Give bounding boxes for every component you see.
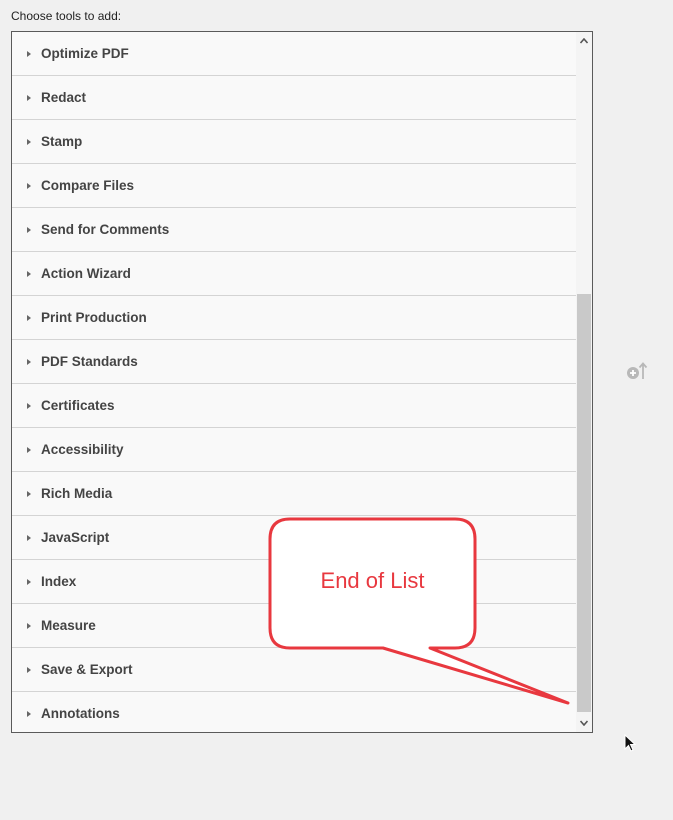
tool-category-label: JavaScript — [41, 530, 110, 545]
tool-category-row[interactable]: JavaScript — [12, 516, 576, 560]
tool-category-label: Action Wizard — [41, 266, 131, 281]
caret-right-icon[interactable] — [27, 402, 31, 409]
tool-category-row[interactable]: Print Production — [12, 296, 576, 340]
caret-right-icon[interactable] — [27, 358, 31, 365]
add-to-toolbar-icon[interactable] — [626, 360, 650, 382]
tool-category-label: Stamp — [41, 134, 83, 149]
caret-right-icon[interactable] — [27, 534, 31, 541]
tool-category-row[interactable]: Measure — [12, 604, 576, 648]
tool-category-label: Save & Export — [41, 662, 133, 677]
tool-category-row[interactable]: Save & Export — [12, 648, 576, 692]
scroll-down-arrow-icon[interactable] — [580, 718, 588, 728]
vertical-scrollbar[interactable] — [576, 32, 592, 732]
tool-category-label: Compare Files — [41, 178, 135, 193]
tools-list-panel: Optimize PDF Redact Stamp Compare Files Send… — [11, 31, 593, 733]
caret-right-icon[interactable] — [27, 710, 31, 717]
scroll-up-arrow-icon[interactable] — [580, 36, 588, 46]
caret-right-icon[interactable] — [27, 446, 31, 453]
caret-right-icon[interactable] — [27, 666, 31, 673]
caret-right-icon[interactable] — [27, 578, 31, 585]
caret-right-icon[interactable] — [27, 94, 31, 101]
tool-category-label: Print Production — [41, 310, 147, 325]
tool-category-label: Index — [41, 574, 77, 589]
mouse-pointer-icon — [624, 733, 638, 754]
tool-category-label: PDF Standards — [41, 354, 138, 369]
tool-category-label: Measure — [41, 618, 96, 633]
tool-category-label: Rich Media — [41, 486, 113, 501]
tool-category-row[interactable]: Send for Comments — [12, 208, 576, 252]
tool-category-label: Certificates — [41, 398, 115, 413]
panel-heading: Choose tools to add: — [11, 9, 122, 23]
caret-right-icon[interactable] — [27, 226, 31, 233]
tool-category-row[interactable]: Rich Media — [12, 472, 576, 516]
tools-list: Optimize PDF Redact Stamp Compare Files Send… — [12, 32, 576, 732]
caret-right-icon[interactable] — [27, 490, 31, 497]
tool-category-label: Accessibility — [41, 442, 124, 457]
caret-right-icon[interactable] — [27, 182, 31, 189]
tool-category-row[interactable]: Optimize PDF — [12, 32, 576, 76]
tool-category-label: Optimize PDF — [41, 46, 129, 61]
caret-right-icon[interactable] — [27, 622, 31, 629]
tool-category-row[interactable]: Annotations — [12, 692, 576, 732]
tool-category-row[interactable]: PDF Standards — [12, 340, 576, 384]
tool-category-label: Send for Comments — [41, 222, 170, 237]
scrollbar-thumb[interactable] — [577, 294, 591, 712]
tool-category-row[interactable]: Stamp — [12, 120, 576, 164]
tool-category-row[interactable]: Accessibility — [12, 428, 576, 472]
tool-category-row[interactable]: Certificates — [12, 384, 576, 428]
tool-category-row[interactable]: Action Wizard — [12, 252, 576, 296]
caret-right-icon[interactable] — [27, 138, 31, 145]
tool-category-label: Annotations — [41, 706, 120, 721]
caret-right-icon[interactable] — [27, 270, 31, 277]
caret-right-icon[interactable] — [27, 50, 31, 57]
tool-category-row[interactable]: Redact — [12, 76, 576, 120]
tool-category-label: Redact — [41, 90, 87, 105]
callout-text: End of List — [320, 568, 425, 593]
caret-right-icon[interactable] — [27, 314, 31, 321]
tool-category-row[interactable]: Compare Files — [12, 164, 576, 208]
